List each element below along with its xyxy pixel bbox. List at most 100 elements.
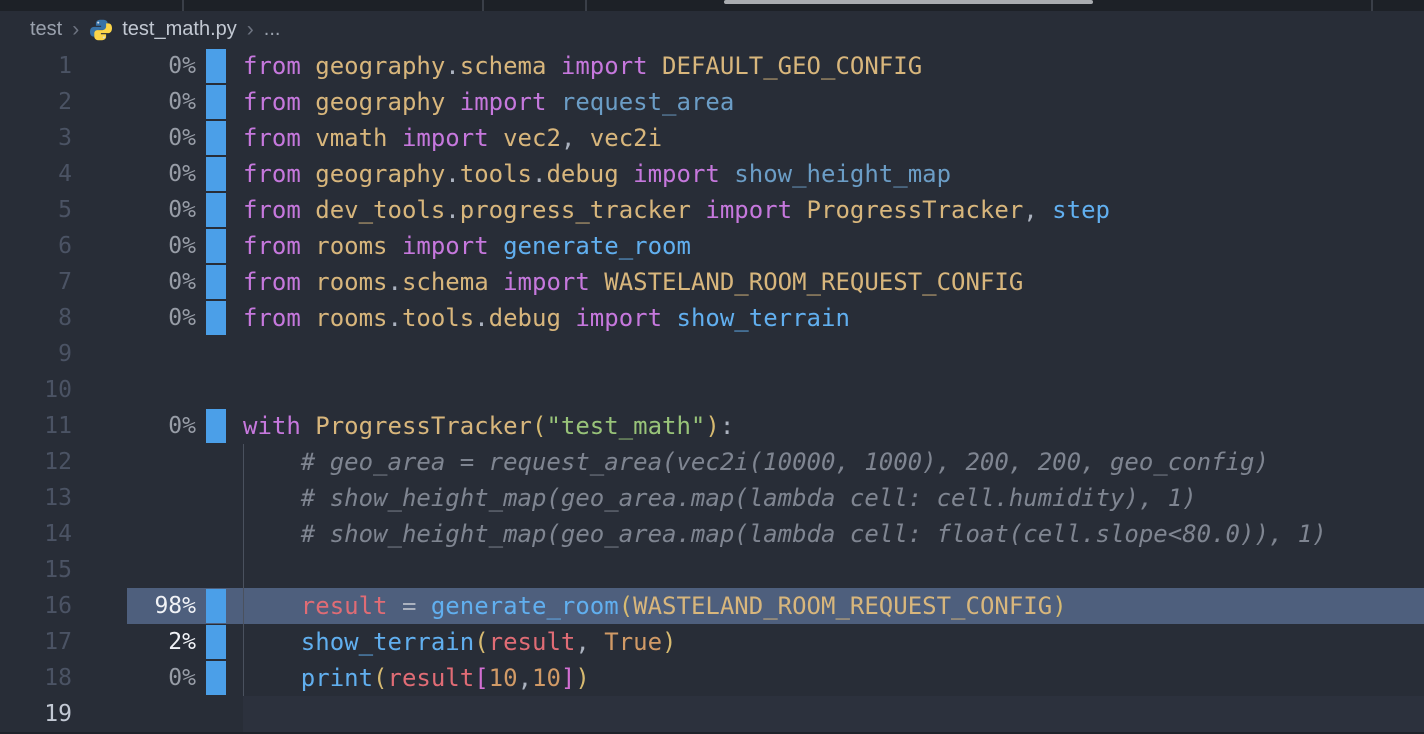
line-number[interactable]: 5: [0, 197, 72, 223]
line-number[interactable]: 3: [0, 125, 72, 151]
line-number[interactable]: 14: [0, 521, 72, 547]
gutter: [206, 336, 226, 372]
token-var: result: [489, 628, 576, 656]
token-mod: vec2i: [575, 124, 662, 152]
code-line[interactable]: 70%from rooms.schema import WASTELAND_RO…: [0, 264, 1424, 300]
code-text[interactable]: # show_height_map(geo_area.map(lambda ce…: [226, 516, 1424, 552]
code-line[interactable]: 14 # show_height_map(geo_area.map(lambda…: [0, 516, 1424, 552]
tab-separator: [1371, 0, 1373, 11]
gutter: [206, 264, 226, 300]
code-text[interactable]: [226, 336, 1424, 372]
code-text[interactable]: # show_height_map(geo_area.map(lambda ce…: [226, 480, 1424, 516]
code-text[interactable]: [226, 372, 1424, 408]
token-pun: .: [388, 268, 402, 296]
line-number[interactable]: 10: [0, 377, 72, 403]
code-line[interactable]: 50% from dev_tools.progress_tracker impor…: [0, 192, 1424, 228]
token-mod: rooms: [301, 232, 388, 260]
code-text[interactable]: from rooms.tools.debug import show_terra…: [226, 300, 1424, 336]
code-text[interactable]: [226, 696, 1424, 732]
token-br1: ): [575, 664, 589, 692]
code-text[interactable]: with ProgressTracker("test_math"):: [226, 408, 1424, 444]
code-text[interactable]: from rooms.schema import WASTELAND_ROOM_…: [226, 264, 1424, 300]
code-line[interactable]: 15: [0, 552, 1424, 588]
token-pun: .: [532, 160, 546, 188]
code-line[interactable]: 20%from geography import request_area: [0, 84, 1424, 120]
token-num: True: [604, 628, 662, 656]
coverage-bar-icon: [206, 229, 226, 263]
token-mod: ProgressTracker: [301, 412, 532, 440]
code-line[interactable]: 10%from geography.schema import DEFAULT_…: [0, 48, 1424, 84]
line-number[interactable]: 13: [0, 485, 72, 511]
line-number[interactable]: 7: [0, 269, 72, 295]
line-number[interactable]: 1: [0, 53, 72, 79]
line-number[interactable]: 11: [0, 413, 72, 439]
token-com: # geo_area = request_area(vec2i(10000, 1…: [243, 448, 1269, 476]
code-line[interactable]: 12 # geo_area = request_area(vec2i(10000…: [0, 444, 1424, 480]
code-line[interactable]: 172% show_terrain(result, True): [0, 624, 1424, 660]
token-fn: generate_room: [489, 232, 691, 260]
line-number[interactable]: 15: [0, 557, 72, 583]
code-text[interactable]: from geography import request_area: [226, 84, 1424, 120]
line-number[interactable]: 16: [0, 593, 72, 619]
code-text[interactable]: from rooms import generate_room: [226, 228, 1424, 264]
code-text[interactable]: # geo_area = request_area(vec2i(10000, 1…: [226, 444, 1424, 480]
token-br2: [: [474, 664, 488, 692]
line-number[interactable]: 19: [0, 701, 72, 727]
token-pun: ,: [575, 628, 604, 656]
token-kw: from: [243, 52, 301, 80]
token-mod: dev_tools: [301, 196, 446, 224]
code-text[interactable]: from geography.schema import DEFAULT_GEO…: [226, 48, 1424, 84]
breadcrumb-file[interactable]: test_math.py: [122, 18, 237, 41]
token-kw: from: [243, 304, 301, 332]
breadcrumb-folder[interactable]: test: [30, 18, 62, 41]
line-number[interactable]: 8: [0, 305, 72, 331]
line-number[interactable]: 18: [0, 665, 72, 691]
code-text[interactable]: from geography.tools.debug import show_h…: [226, 156, 1424, 192]
line-number[interactable]: 6: [0, 233, 72, 259]
coverage-bar-icon: [206, 589, 226, 623]
token-br1: (: [373, 664, 387, 692]
token-kw: import: [489, 268, 590, 296]
line-number[interactable]: 12: [0, 449, 72, 475]
code-text[interactable]: print(result[10,10]): [226, 660, 1424, 696]
token-num: 10: [489, 664, 518, 692]
token-br1: ): [1052, 592, 1066, 620]
code-text[interactable]: from vmath import vec2, vec2i: [226, 120, 1424, 156]
token-mod: progress_tracker: [460, 196, 691, 224]
token-pun: =: [388, 592, 431, 620]
line-number[interactable]: 17: [0, 629, 72, 655]
token-mod: geography: [301, 160, 446, 188]
breadcrumb: test › test_math.py › ...: [0, 11, 1424, 48]
coverage-bar-icon: [206, 265, 226, 299]
code-text[interactable]: result = generate_room(WASTELAND_ROOM_RE…: [226, 588, 1424, 624]
code-line[interactable]: 30%from vmath import vec2, vec2i: [0, 120, 1424, 156]
code-line[interactable]: 19: [0, 696, 1424, 732]
code-line[interactable]: 110%with ProgressTracker("test_math"):: [0, 408, 1424, 444]
coverage-bar-icon: [206, 661, 226, 695]
profile-percentage: 0%: [72, 197, 196, 223]
scrollbar-thumb[interactable]: [724, 0, 1093, 4]
code-line[interactable]: 9: [0, 336, 1424, 372]
code-text[interactable]: [226, 552, 1424, 588]
gutter: [206, 660, 226, 696]
code-line[interactable]: 40%from geography.tools.debug import sho…: [0, 156, 1424, 192]
token-kw: from: [243, 232, 301, 260]
code-line[interactable]: 13 # show_height_map(geo_area.map(lambda…: [0, 480, 1424, 516]
token-kw: import: [388, 232, 489, 260]
code-line[interactable]: 180% print(result[10,10]): [0, 660, 1424, 696]
code-line[interactable]: 10: [0, 372, 1424, 408]
line-number[interactable]: 9: [0, 341, 72, 367]
line-number[interactable]: 4: [0, 161, 72, 187]
breadcrumb-more[interactable]: ...: [264, 18, 281, 41]
code-line[interactable]: 1698% result = generate_room(WASTELAND_R…: [0, 588, 1424, 624]
code-line[interactable]: 80%from rooms.tools.debug import show_te…: [0, 300, 1424, 336]
token-kw: import: [546, 52, 647, 80]
token-mod: debug: [546, 160, 618, 188]
chevron-right-icon: ›: [71, 18, 80, 42]
code-text[interactable]: from dev_tools.progress_tracker import P…: [226, 192, 1424, 228]
token-mod: geography: [301, 88, 446, 116]
token-fn: step: [1038, 196, 1110, 224]
line-number[interactable]: 2: [0, 89, 72, 115]
code-line[interactable]: 60%from rooms import generate_room: [0, 228, 1424, 264]
code-text[interactable]: show_terrain(result, True): [226, 624, 1424, 660]
